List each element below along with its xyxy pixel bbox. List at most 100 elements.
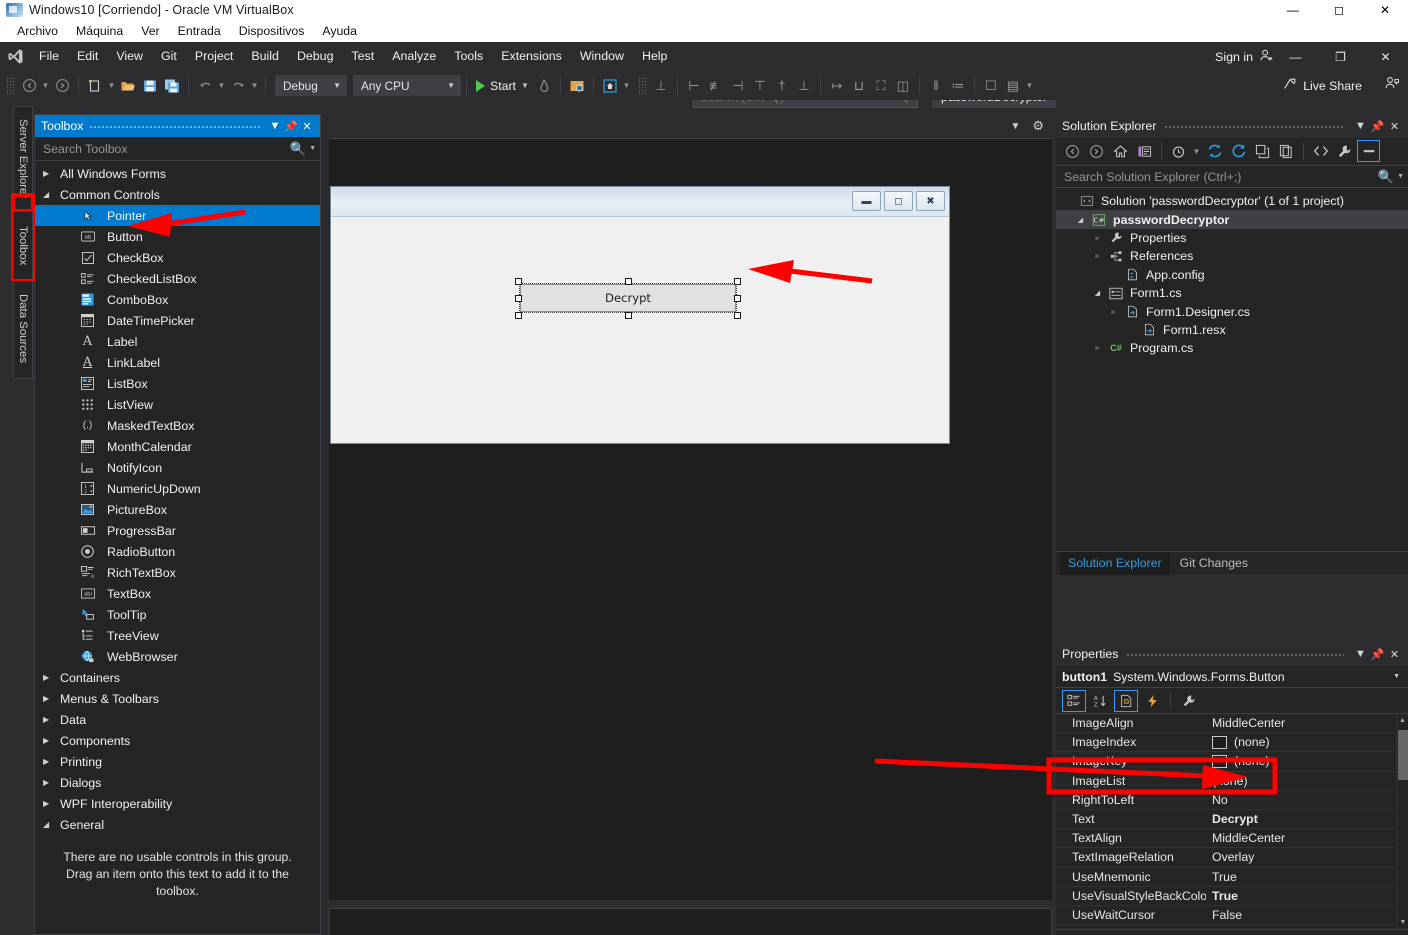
- sidebar-tab-toolbox[interactable]: Toolbox: [11, 209, 35, 281]
- property-value-text[interactable]: Decrypt: [1206, 812, 1408, 826]
- property-value-usemnemonic[interactable]: True: [1206, 870, 1408, 884]
- toolbox-item-textbox[interactable]: abl TextBox: [35, 583, 320, 604]
- toolbox-item-listview[interactable]: ListView: [35, 394, 320, 415]
- menu-extensions[interactable]: Extensions: [492, 42, 571, 71]
- menu-project[interactable]: Project: [186, 42, 243, 71]
- alphabetical-sort-icon[interactable]: AZ: [1088, 690, 1112, 712]
- save-icon[interactable]: [139, 75, 161, 97]
- menu-git[interactable]: Git: [152, 42, 186, 71]
- toolbox-item-datetimepicker[interactable]: DateTimePicker: [35, 310, 320, 331]
- select-process-icon[interactable]: [566, 75, 588, 97]
- properties-object-dropdown-icon[interactable]: ▼: [1393, 673, 1400, 680]
- solution-explorer-drag-dots[interactable]: [1164, 114, 1344, 138]
- menu-build[interactable]: Build: [242, 42, 288, 71]
- toolbox-item-radiobutton[interactable]: RadioButton: [35, 541, 320, 562]
- toolbox-item-monthcalendar[interactable]: MonthCalendar: [35, 436, 320, 457]
- sidebar-tab-server-explorer[interactable]: Server Explorer: [13, 106, 33, 211]
- resize-handle-middle-left[interactable]: [515, 295, 522, 302]
- tree-row-form1-cs[interactable]: ◢ Form1.cs: [1056, 284, 1408, 302]
- tree-row-form1-resx[interactable]: Form1.resx: [1056, 321, 1408, 339]
- property-row-imagealign[interactable]: ImageAlign MiddleCenter: [1056, 714, 1408, 734]
- scrollbar-thumb[interactable]: [1398, 730, 1408, 780]
- align-lefts-icon[interactable]: ⊢: [683, 75, 705, 97]
- solution-view-icon[interactable]: [1133, 140, 1156, 162]
- show-all-files-dropdown-icon[interactable]: ▼: [621, 75, 632, 97]
- menu-tools[interactable]: Tools: [445, 42, 492, 71]
- show-all-files-icon[interactable]: [599, 75, 621, 97]
- start-dropdown-icon[interactable]: ▼: [521, 81, 529, 90]
- decrease-vertical-spacing-icon[interactable]: ≔: [947, 75, 969, 97]
- twisty-references[interactable]: ▹: [1093, 252, 1102, 260]
- toolbox-item-listbox[interactable]: ListBox: [35, 373, 320, 394]
- resize-handle-top-right[interactable]: [734, 278, 741, 285]
- hot-reload-icon[interactable]: [533, 75, 555, 97]
- property-value-imagekey[interactable]: (none): [1206, 754, 1408, 768]
- property-value-righttoleft[interactable]: No: [1206, 793, 1408, 807]
- tab-git-changes[interactable]: Git Changes: [1172, 552, 1256, 575]
- resize-handle-middle-right[interactable]: [734, 295, 741, 302]
- form-close-icon[interactable]: ✖: [916, 191, 945, 211]
- solution-platform-dropdown[interactable]: Any CPU ▼: [353, 75, 461, 96]
- undo-dropdown-icon[interactable]: ▼: [216, 75, 227, 97]
- form-designer-surface[interactable]: ▬ ◻ ✖ Decrypt: [329, 138, 1052, 900]
- solution-explorer-search-dropdown-icon[interactable]: ▼: [1397, 173, 1404, 180]
- form-client-area[interactable]: Decrypt: [331, 217, 949, 443]
- tree-row-program-cs[interactable]: ▹ C# Program.cs: [1056, 339, 1408, 357]
- property-pages-icon[interactable]: [1177, 690, 1201, 712]
- property-row-imagekey[interactable]: ImageKey (none): [1056, 752, 1408, 772]
- refresh-icon[interactable]: [1227, 140, 1250, 162]
- resize-handle-top-left[interactable]: [515, 278, 522, 285]
- vs-close-icon[interactable]: ✕: [1363, 42, 1408, 71]
- vbox-menu-ayuda[interactable]: Ayuda: [313, 20, 366, 42]
- tab-solution-explorer[interactable]: Solution Explorer: [1060, 551, 1170, 575]
- bring-to-front-icon[interactable]: ☐: [980, 75, 1002, 97]
- view-code-icon[interactable]: [1309, 140, 1332, 162]
- send-to-back-icon[interactable]: ▤: [1002, 75, 1024, 97]
- undo-icon[interactable]: [194, 75, 216, 97]
- menu-debug[interactable]: Debug: [288, 42, 343, 71]
- toolbox-menu-icon[interactable]: ▼: [267, 115, 283, 137]
- toolbox-item-label[interactable]: A Label: [35, 331, 320, 352]
- align-tops-icon[interactable]: ⊤: [749, 75, 771, 97]
- resize-handle-bottom-right[interactable]: [734, 312, 741, 319]
- align-rights-icon[interactable]: ⊣: [727, 75, 749, 97]
- close-icon[interactable]: ✕: [1362, 0, 1408, 20]
- document-settings-gear-icon[interactable]: ⚙: [1032, 118, 1044, 134]
- sidebar-tab-data-sources[interactable]: Data Sources: [13, 279, 33, 379]
- twisty-form1-designer[interactable]: ▹: [1109, 308, 1118, 316]
- toolbox-item-button[interactable]: ab Button: [35, 226, 320, 247]
- tree-row-app-config[interactable]: App.config: [1056, 266, 1408, 284]
- toolbox-drag-dots[interactable]: [89, 115, 261, 137]
- toolbox-item-richtextbox[interactable]: A RichTextBox: [35, 562, 320, 583]
- properties-pin-icon[interactable]: 📌: [1369, 642, 1386, 666]
- menu-test[interactable]: Test: [342, 42, 383, 71]
- toolbox-group-general[interactable]: ◢ General: [35, 814, 320, 835]
- vbox-menu-ver[interactable]: Ver: [132, 20, 168, 42]
- solution-explorer-search-row[interactable]: Search Solution Explorer (Ctrl+;) 🔍 ▼: [1056, 165, 1408, 188]
- twisty-program-cs[interactable]: ▹: [1093, 344, 1102, 352]
- properties-view-icon[interactable]: [1114, 689, 1138, 712]
- properties-drag-dots[interactable]: [1126, 642, 1344, 666]
- navigate-forward-icon[interactable]: [51, 75, 73, 97]
- scroll-up-icon[interactable]: ▲: [1397, 714, 1408, 727]
- tree-row-properties[interactable]: ▹ Properties: [1056, 229, 1408, 247]
- decrypt-button[interactable]: Decrypt: [520, 284, 736, 312]
- document-tab-list-icon[interactable]: ▼: [1010, 121, 1020, 132]
- forward-icon[interactable]: [1085, 140, 1108, 162]
- feedback-icon[interactable]: [1384, 75, 1400, 96]
- collapse-all-icon[interactable]: [1251, 140, 1274, 162]
- align-middles-icon[interactable]: †: [771, 75, 793, 97]
- make-same-height-icon[interactable]: ⊔: [848, 75, 870, 97]
- minimize-icon[interactable]: —: [1270, 0, 1316, 20]
- center-horizontally-icon[interactable]: ◫: [892, 75, 914, 97]
- solution-explorer-close-icon[interactable]: ✕: [1386, 114, 1403, 138]
- start-debug-button[interactable]: Start ▼: [472, 79, 533, 93]
- toolbox-item-progressbar[interactable]: ProgressBar: [35, 520, 320, 541]
- toolbox-search-row[interactable]: Search Toolbox 🔍 ▼: [35, 137, 320, 161]
- property-value-imageindex[interactable]: (none): [1206, 735, 1408, 749]
- scroll-down-icon[interactable]: ▼: [1397, 916, 1408, 929]
- toolbox-group-data[interactable]: ▶ Data: [35, 709, 320, 730]
- toolbox-item-linklabel[interactable]: A LinkLabel: [35, 352, 320, 373]
- toolbox-group-all-windows-forms[interactable]: ▶ All Windows Forms: [35, 163, 320, 184]
- property-value-usevisualstylebackcolor[interactable]: True: [1206, 889, 1408, 903]
